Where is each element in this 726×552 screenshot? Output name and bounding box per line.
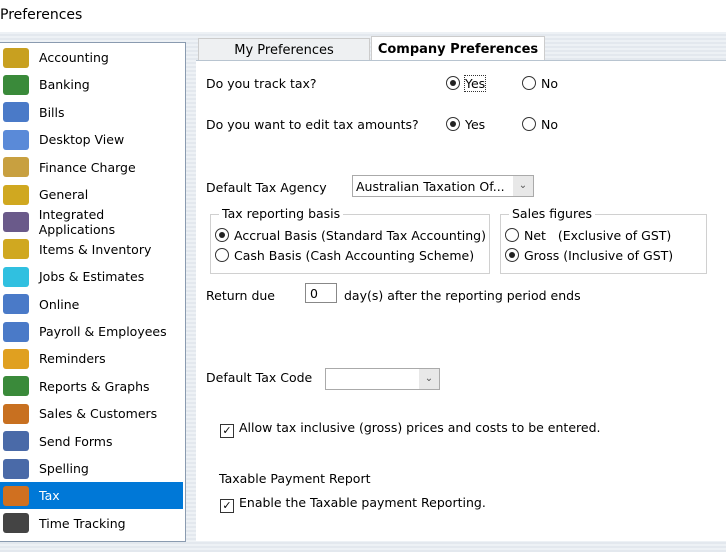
online-icon <box>3 294 29 315</box>
edit-tax-no-radio[interactable]: No <box>522 117 558 132</box>
default-tax-code-select[interactable]: ⌄ <box>325 368 440 390</box>
sidebar-item-label: Reports & Graphs <box>39 378 150 394</box>
sidebar-item-desktop-view[interactable]: Desktop View <box>0 126 183 153</box>
sidebar-item-bills[interactable]: Bills <box>0 99 183 126</box>
enable-taxable-payment-checkbox[interactable]: ✓ Enable the Taxable payment Reporting. <box>220 495 486 513</box>
sidebar-item-reminders[interactable]: Reminders <box>0 345 183 372</box>
tab-company-preferences[interactable]: Company Preferences <box>371 36 545 61</box>
sidebar-item-tax[interactable]: Tax <box>0 482 183 510</box>
preferences-sidebar: Accounting Banking Bills Desktop View Financ… <box>0 42 186 542</box>
reminders-icon <box>3 348 29 369</box>
track-tax-no-radio[interactable]: No <box>522 76 558 91</box>
sidebar-item-label: Bills <box>39 104 65 120</box>
sidebar-item-items-inventory[interactable]: Items & Inventory <box>0 236 183 263</box>
title-bar: Preferences <box>0 0 726 32</box>
return-due-label: Return due <box>206 288 276 303</box>
default-tax-agency-value: Australian Taxation Of... <box>356 178 505 194</box>
items-inventory-icon <box>3 239 29 260</box>
sidebar-item-label: Sales & Customers <box>39 406 158 422</box>
payroll-employees-icon <box>3 321 29 342</box>
sidebar-item-label: Accounting <box>39 50 109 65</box>
default-tax-agency-select[interactable]: Australian Taxation Of... ⌄ <box>352 175 534 197</box>
sidebar-item-spelling[interactable]: Spelling <box>0 455 183 482</box>
sidebar-item-label: Send Forms <box>39 433 113 449</box>
sidebar-item-label: Reminders <box>39 351 106 367</box>
tax-icon <box>3 485 29 506</box>
accrual-basis-radio[interactable]: Accrual Basis (Standard Tax Accounting) <box>215 228 486 243</box>
cash-basis-radio[interactable]: Cash Basis (Cash Accounting Scheme) <box>215 248 474 263</box>
sidebar-item-label: Desktop View <box>39 132 125 148</box>
sales-figures-legend: Sales figures <box>509 206 596 221</box>
sidebar-item-jobs-estimates[interactable]: Jobs & Estimates <box>0 263 183 290</box>
sidebar-item-reports-graphs[interactable]: Reports & Graphs <box>0 373 183 400</box>
sidebar-item-label: Items & Inventory <box>39 241 152 257</box>
return-due-suffix: day(s) after the reporting period ends <box>344 288 581 303</box>
sidebar-item-label: Banking <box>39 77 90 93</box>
gross-radio[interactable]: Gross (Inclusive of GST) <box>505 248 673 263</box>
integrated-applications-icon <box>3 211 29 232</box>
sidebar-item-label: Tax <box>39 488 60 504</box>
sidebar-item-label: General <box>39 187 89 202</box>
sales-customers-icon <box>3 403 29 424</box>
track-tax-label: Do you track tax? <box>206 76 317 91</box>
time-tracking-icon <box>3 513 29 534</box>
sidebar-item-label: Payroll & Employees <box>39 324 167 339</box>
sidebar-item-finance-charge[interactable]: Finance Charge <box>0 154 183 181</box>
sidebar-item-payroll-employees[interactable]: Payroll & Employees <box>0 318 183 345</box>
chevron-down-icon: ⌄ <box>513 176 533 196</box>
allow-tax-inclusive-checkbox[interactable]: ✓ Allow tax inclusive (gross) prices and … <box>220 420 600 438</box>
track-tax-yes-radio[interactable]: Yes <box>446 75 487 92</box>
tab-my-preferences[interactable]: My Preferences <box>198 38 370 61</box>
return-due-input[interactable]: 0 <box>305 283 337 303</box>
default-tax-agency-label: Default Tax Agency <box>206 180 327 195</box>
sidebar-item-general[interactable]: General <box>0 181 183 208</box>
sidebar-item-integrated-applications[interactable]: Integrated Applications <box>0 206 183 237</box>
edit-tax-yes-radio[interactable]: Yes <box>446 117 485 132</box>
default-tax-code-label: Default Tax Code <box>206 370 313 385</box>
banking-icon <box>3 74 29 95</box>
sidebar-item-label: Online <box>39 296 80 312</box>
general-icon <box>3 184 29 205</box>
accounting-icon <box>3 47 29 68</box>
sidebar-item-send-forms[interactable]: Send Forms <box>0 428 183 455</box>
bills-icon <box>3 102 29 123</box>
spelling-icon <box>3 458 29 479</box>
window-title: Preferences <box>0 7 83 23</box>
sidebar-item-time-tracking[interactable]: Time Tracking <box>0 510 183 537</box>
sidebar-item-label: Finance Charge <box>39 159 136 175</box>
reports-graphs-icon <box>3 376 29 397</box>
sidebar-item-label: Integrated Applications <box>38 206 116 237</box>
chevron-down-icon: ⌄ <box>419 369 439 389</box>
send-forms-icon <box>3 431 29 452</box>
taxable-payment-report-heading: Taxable Payment Report <box>219 471 371 486</box>
finance-charge-icon <box>3 157 29 178</box>
sidebar-item-label: Spelling <box>39 461 89 476</box>
sidebar-item-sales-customers[interactable]: Sales & Customers <box>0 400 183 427</box>
jobs-estimates-icon <box>3 266 29 287</box>
edit-tax-label: Do you want to edit tax amounts? <box>206 117 419 132</box>
company-preferences-panel: Do you track tax? Yes No Do you want to … <box>196 60 726 541</box>
desktop-view-icon <box>3 129 29 150</box>
sidebar-item-label: Time Tracking <box>39 515 126 531</box>
sidebar-item-accounting[interactable]: Accounting <box>0 44 183 71</box>
sidebar-item-banking[interactable]: Banking <box>0 71 183 98</box>
sales-figures-group: Sales figures Net (Exclusive of GST) Gro… <box>500 206 707 274</box>
tax-reporting-basis-legend: Tax reporting basis <box>219 206 344 221</box>
tax-reporting-basis-group: Tax reporting basis Accrual Basis (Stand… <box>210 206 490 274</box>
sidebar-item-label: Jobs & Estimates <box>39 269 145 285</box>
sidebar-item-online[interactable]: Online <box>0 291 183 318</box>
net-radio[interactable]: Net (Exclusive of GST) <box>505 228 671 243</box>
